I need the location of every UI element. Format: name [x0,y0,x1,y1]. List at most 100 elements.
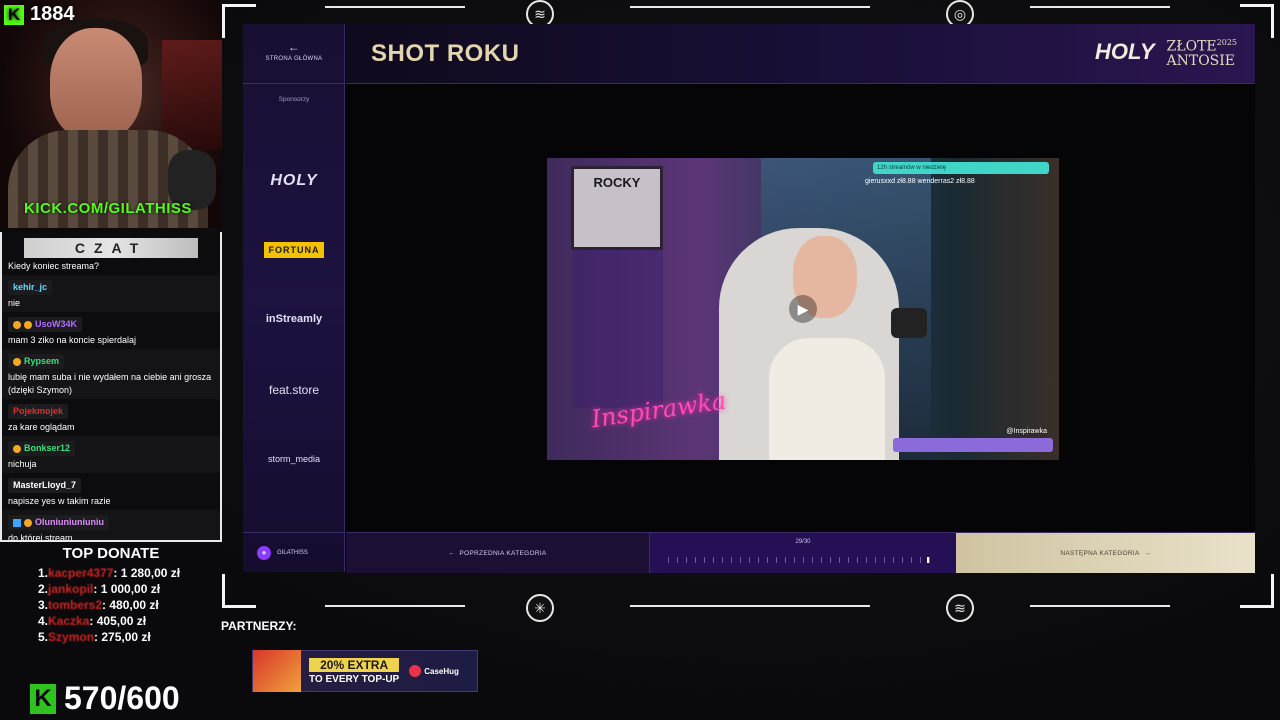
video-microphone [891,308,927,338]
user-icon: ● [257,545,271,560]
chat-header: CZAT [24,238,198,258]
category-header: SHOT ROKU HOLY ZŁOTE2025 ANTOSIE [346,24,1255,84]
nominee-video[interactable]: ROCKY Inspirawka 12h streamów w niedziel… [547,158,1059,460]
category-title: SHOT ROKU [371,40,520,67]
chat-message: Oluniuniuniuniu do której stream [2,510,220,542]
chat-message-text: nie [8,298,21,308]
chat-message: Pojekmojek za kare oglądam [2,399,220,436]
kick-logo-icon: K [30,683,56,714]
chat-username: Bonkser12 [8,441,76,456]
chat-message-text: mam 3 ziko na koncie spierdalaj [8,335,137,345]
chat-panel: CZAT Kiedy koniec streama? kehir_jc nie … [0,232,222,542]
badge-icon [13,320,21,329]
top-donate-title: TOP DONATE [62,545,160,562]
sponsor-stormmedia[interactable]: storm_media [243,454,345,464]
arrow-left-icon: ← [287,40,301,54]
donate-entry: 3.tombers2: 480,00 zł [38,598,159,612]
awards-panel: ← STRONA GŁÓWNA Sponsorzy HOLY FORTUNA i… [243,24,1255,573]
frame-line [630,6,870,8]
category-progress: 29/30 [650,533,956,573]
chat-message-text: lubię mam suba i nie wydałem na ciebie a… [8,372,212,395]
video-chat-overlay [573,248,663,408]
progress-marker [668,557,930,563]
frame-line [325,6,465,8]
previous-category-label: POPRZEDNIA KATEGORIA [459,549,547,557]
chat-username: MasterLloyd_7 [8,478,82,493]
video-streamer-sweater [769,338,885,460]
ad-text: 20% EXTRA TO EVERY TOP-UP [309,657,400,685]
user-profile[interactable]: ● GILATHISS [243,532,345,572]
chat-message: MasterLloyd_7 napisze yes w takim razie [2,473,220,510]
sponsor-instreamly[interactable]: inStreamly [243,313,345,325]
chat-message-text: do której stream [8,533,73,542]
streamer-face [50,28,142,140]
sidebar: ← STRONA GŁÓWNA Sponsorzy HOLY FORTUNA i… [243,24,345,572]
arrow-right-icon: → [1139,549,1151,557]
chat-message: Bonkser12 nichuja [2,436,220,473]
next-category-label: NASTĘPNA KATEGORIA [1060,549,1140,557]
badge-icon [24,518,32,527]
video-bottom-bar [893,438,1053,452]
zlote-antosie-logo: ZŁOTE2025 ANTOSIE [1166,38,1238,69]
ad-brand: CaseHug [409,665,459,677]
stream-overlay: K 1884 KICK.COM/GILATHISS CZAT Kiedy kon… [0,0,1280,720]
progress-count: 29/30 [795,539,811,545]
donate-entry: 4.Kaczka: 405,00 zł [38,614,147,628]
video-handle: @Inspirawka [1006,428,1047,435]
next-category-button[interactable]: NASTĘPNA KATEGORIA → [956,533,1255,573]
badge-icon [13,518,21,527]
viewer-counter: K 1884 [4,3,75,26]
frame-line [630,605,870,607]
sponsors-label: Sponsorzy [278,96,310,103]
sub-goal-count: 570/600 [64,680,180,716]
rocky-poster: ROCKY [571,166,663,250]
badge-icon [13,444,21,453]
home-label: STRONA GŁÓWNA [265,56,323,62]
ad-subtitle: TO EVERY TOP-UP [309,673,400,685]
previous-category-button[interactable]: ← POPRZEDNIA KATEGORIA [346,533,650,573]
webcam-feed: K 1884 KICK.COM/GILATHISS [0,0,222,228]
chat-username: Pojekmojek [8,404,69,419]
play-icon[interactable]: ▶ [789,295,817,323]
top-donate-list: 1.kacper4377: 1 280,00 zł 2.jankopil: 1 … [0,565,222,645]
top-donate: TOP DONATE 1.kacper4377: 1 280,00 zł 2.j… [0,545,222,645]
chat-message-text: Kiedy koniec streama? [8,261,100,271]
frame-line [325,605,465,607]
frame-line [1030,6,1170,8]
sponsor-holy[interactable]: HOLY [243,172,345,190]
frame-line [1030,605,1170,607]
event-brand: HOLY ZŁOTE2025 ANTOSIE [1095,36,1237,68]
partner-ad[interactable]: 20% EXTRA TO EVERY TOP-UP CaseHug [252,650,478,692]
chat-username: Rypsem [8,354,65,369]
holy-logo: HOLY [1095,38,1155,64]
home-button[interactable]: ← STRONA GŁÓWNA [243,24,345,84]
arrow-left-icon: ← [448,549,460,557]
badge-icon [24,320,32,329]
video-streamer [769,228,885,460]
chat-username: kehir_jc [8,280,53,295]
ad-percent: 20% EXTRA [309,657,400,672]
background-shelf [162,40,222,150]
sponsor-fortuna[interactable]: FORTUNA [264,242,324,258]
ad-brand-name: CaseHug [424,666,459,676]
category-navigation: ← POPRZEDNIA KATEGORIA 29/30 NASTĘPNA KA… [346,532,1255,573]
donate-entry: 1.kacper4377: 1 280,00 zł [38,566,181,580]
lattice-logo-icon: ✳ [526,594,554,622]
frame-corner [222,574,256,608]
sponsor-featstore[interactable]: feat.store [243,383,345,397]
frame-corner [1240,574,1274,608]
stripe-logo-icon: ≋ [946,594,974,622]
ad-image [253,650,301,692]
video-top-donors: gierusxxd zł8.88 wenderras2 zł8.88 [865,178,975,185]
chat-message: kehir_jc nie [2,275,220,312]
kick-url: KICK.COM/GILATHISS [24,200,192,217]
video-goal-bar: 12h streamów w niedzielę [873,162,1049,174]
chat-message: UsoW34K mam 3 ziko na koncie spierdalaj [2,312,220,349]
chat-message: Rypsem lubię mam suba i nie wydałem na c… [2,349,220,399]
badge-icon [13,357,21,366]
chat-message: Kiedy koniec streama? [2,258,220,275]
viewer-count: 1884 [30,3,75,25]
donate-entry: 5.Szymon: 275,00 zł [38,630,151,644]
partners-label: PARTNERZY: [221,619,297,633]
chat-message-text: za kare oglądam [8,422,75,432]
